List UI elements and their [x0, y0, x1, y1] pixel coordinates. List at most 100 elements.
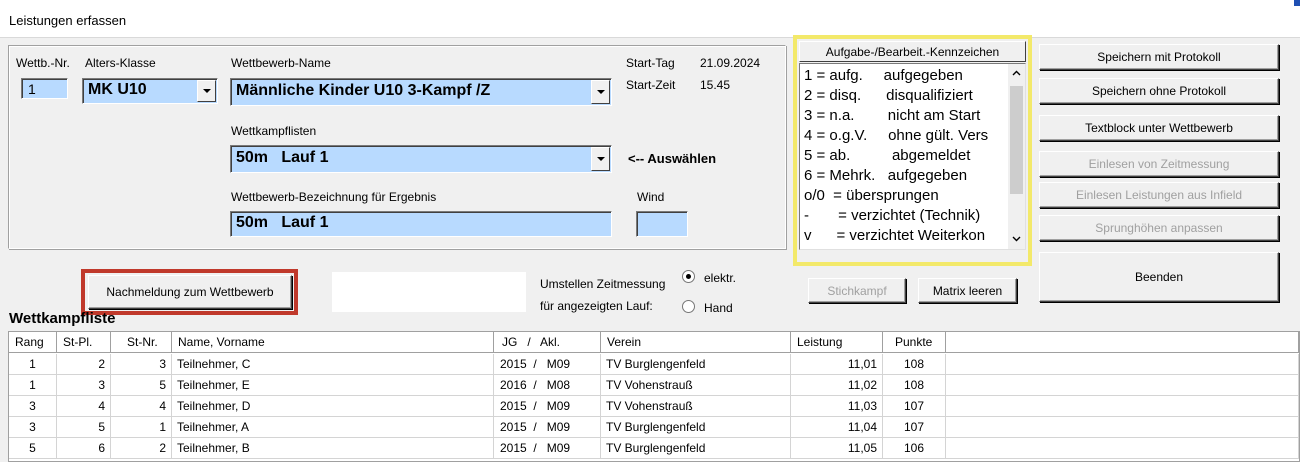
cell-rang[interactable]: 1 [9, 375, 57, 396]
wettkampflisten-label: Wettkampflisten [231, 124, 317, 138]
wettbewerb-name-select[interactable]: Männliche Kinder U10 3-Kampf /Z [230, 78, 612, 106]
table-row[interactable]: 1 3 5 Teilnehmer, E 2016 / M08 TV Vohenstrauß… [9, 375, 1299, 396]
col-header-rang[interactable]: Rang [9, 332, 57, 353]
cell-leistung[interactable]: 11,05 [791, 438, 883, 459]
alters-klasse-dropdown-button[interactable] [197, 80, 216, 102]
alters-klasse-value: MK U10 [88, 81, 147, 98]
col-header-leistung[interactable]: Leistung [791, 332, 883, 353]
cell-jg[interactable]: 2016 / M08 [494, 375, 601, 396]
chevron-down-icon [596, 90, 605, 94]
cell-verein[interactable]: TV Burglengenfeld [601, 354, 791, 375]
sprunghoehen-button[interactable]: Sprunghöhen anpassen [1039, 215, 1279, 241]
cell-jg[interactable]: 2015 / M09 [494, 438, 601, 459]
cell-stpl[interactable]: 2 [57, 354, 111, 375]
einlesen-infield-button[interactable]: Einlesen Leistungen aus Infield [1039, 182, 1279, 208]
wettkampflisten-select[interactable]: 50m Lauf 1 [230, 145, 612, 173]
cell-punkte[interactable]: 108 [883, 375, 946, 396]
bezeichnung-label: Wettbewerb-Bezeichnung für Ergebnis [231, 190, 437, 204]
col-header-jg[interactable]: JG / Akl. [494, 332, 601, 353]
window-accent [1294, 0, 1300, 6]
cell-leistung[interactable]: 11,04 [791, 417, 883, 438]
wettb-nr-label: Wettb.-Nr. [16, 56, 70, 70]
cell-name[interactable]: Teilnehmer, D [172, 396, 494, 417]
radio-elektr[interactable] [682, 270, 695, 283]
wettbewerb-name-value: Männliche Kinder U10 3-Kampf /Z [236, 82, 491, 99]
cell-stnr[interactable]: 1 [111, 417, 172, 438]
col-header-punkte[interactable]: Punkte [883, 332, 946, 353]
cell-punkte[interactable]: 107 [883, 396, 946, 417]
matrix-leeren-button[interactable]: Matrix leeren [918, 278, 1017, 303]
cell-name[interactable]: Teilnehmer, C [172, 354, 494, 375]
cell-name[interactable]: Teilnehmer, A [172, 417, 494, 438]
radio-hand[interactable] [682, 300, 695, 313]
table-row[interactable]: 3 4 4 Teilnehmer, D 2015 / M09 TV Vohenstrauß… [9, 396, 1299, 417]
cell-verein[interactable]: TV Vohenstrauß [601, 396, 791, 417]
cell-name[interactable]: Teilnehmer, E [172, 375, 494, 396]
col-header-verein[interactable]: Verein [601, 332, 791, 353]
einlesen-zeitmessung-button[interactable]: Einlesen von Zeitmessung [1039, 151, 1279, 177]
cell-punkte[interactable]: 106 [883, 438, 946, 459]
cell-verein[interactable]: TV Burglengenfeld [601, 438, 791, 459]
stichkampf-button[interactable]: Stichkampf [808, 278, 906, 303]
wettb-nr-field[interactable]: 1 [21, 78, 68, 99]
start-zeit-label: Start-Zeit [626, 78, 676, 92]
kennzeichen-header: Aufgabe-/Bearbeit.-Kennzeichen [799, 41, 1026, 62]
cell-verein[interactable]: TV Burglengenfeld [601, 417, 791, 438]
cell-stnr[interactable]: 2 [111, 438, 172, 459]
cell-rang[interactable]: 3 [9, 417, 57, 438]
cell-leistung[interactable]: 11,01 [791, 354, 883, 375]
chevron-up-icon[interactable] [1012, 70, 1021, 76]
alters-klasse-select[interactable]: MK U10 [82, 78, 218, 104]
cell-rang[interactable]: 1 [9, 354, 57, 375]
results-table[interactable]: Rang St-Pl. St-Nr. Name, Vorname JG / Ak… [8, 331, 1300, 462]
cell-leistung[interactable]: 11,02 [791, 375, 883, 396]
col-header-stpl[interactable]: St-Pl. [57, 332, 111, 353]
col-header-stnr[interactable]: St-Nr. [111, 332, 172, 353]
wettkampflisten-dropdown-button[interactable] [591, 147, 610, 171]
kennzeichen-item: 1 = aufg. aufgegeben [804, 67, 963, 84]
cell-name[interactable]: Teilnehmer, B [172, 438, 494, 459]
table-row[interactable]: 5 6 2 Teilnehmer, B 2015 / M09 TV Burglengenf… [9, 438, 1299, 459]
cell-jg[interactable]: 2015 / M09 [494, 354, 601, 375]
auswaehlen-hint: <-- Auswählen [628, 151, 717, 166]
cell-jg[interactable]: 2015 / M09 [494, 417, 601, 438]
kennzeichen-item: v = verzichtet Weiterkon [804, 227, 986, 244]
cell-leistung[interactable]: 11,03 [791, 396, 883, 417]
start-tag-label: Start-Tag [626, 56, 675, 70]
kennzeichen-list[interactable]: 1 = aufg. aufgegeben 2 = disq. disqualif… [799, 63, 1026, 250]
cell-rang[interactable]: 3 [9, 396, 57, 417]
cell-stpl[interactable]: 3 [57, 375, 111, 396]
speichern-mit-protokoll-button[interactable]: Speichern mit Protokoll [1039, 44, 1279, 70]
cell-stpl[interactable]: 5 [57, 417, 111, 438]
start-tag-value: 21.09.2024 [700, 56, 761, 70]
cell-stnr[interactable]: 3 [111, 354, 172, 375]
bezeichnung-input[interactable]: 50m Lauf 1 [230, 211, 612, 237]
wettbewerb-name-dropdown-button[interactable] [591, 80, 610, 104]
kennzeichen-item: 2 = disq. disqualifiziert [804, 87, 973, 104]
cell-empty[interactable] [946, 438, 1299, 459]
cell-stpl[interactable]: 6 [57, 438, 111, 459]
cell-stnr[interactable]: 4 [111, 396, 172, 417]
cell-rang[interactable]: 5 [9, 438, 57, 459]
cell-empty[interactable] [946, 396, 1299, 417]
cell-punkte[interactable]: 108 [883, 354, 946, 375]
cell-jg[interactable]: 2015 / M09 [494, 396, 601, 417]
col-header-name[interactable]: Name, Vorname [172, 332, 494, 353]
cell-empty[interactable] [946, 354, 1299, 375]
table-row[interactable]: 3 5 1 Teilnehmer, A 2015 / M09 TV Burglengenf… [9, 417, 1299, 438]
chevron-down-icon[interactable] [1012, 236, 1021, 242]
cell-punkte[interactable]: 107 [883, 417, 946, 438]
wind-input[interactable] [636, 211, 688, 237]
textblock-button[interactable]: Textblock unter Wettbewerb [1039, 115, 1279, 141]
beenden-button[interactable]: Beenden [1039, 252, 1279, 302]
cell-empty[interactable] [946, 375, 1299, 396]
cell-empty[interactable] [946, 417, 1299, 438]
nachmeldung-button[interactable]: Nachmeldung zum Wettbewerb [88, 275, 292, 309]
cell-stpl[interactable]: 4 [57, 396, 111, 417]
cell-verein[interactable]: TV Vohenstrauß [601, 375, 791, 396]
speichern-ohne-protokoll-button[interactable]: Speichern ohne Protokoll [1039, 78, 1279, 104]
table-row[interactable]: 1 2 3 Teilnehmer, C 2015 / M09 TV Burglengenf… [9, 354, 1299, 375]
cell-stnr[interactable]: 5 [111, 375, 172, 396]
scrollbar-thumb[interactable] [1010, 86, 1023, 194]
kennzeichen-scrollbar[interactable] [1008, 64, 1025, 249]
